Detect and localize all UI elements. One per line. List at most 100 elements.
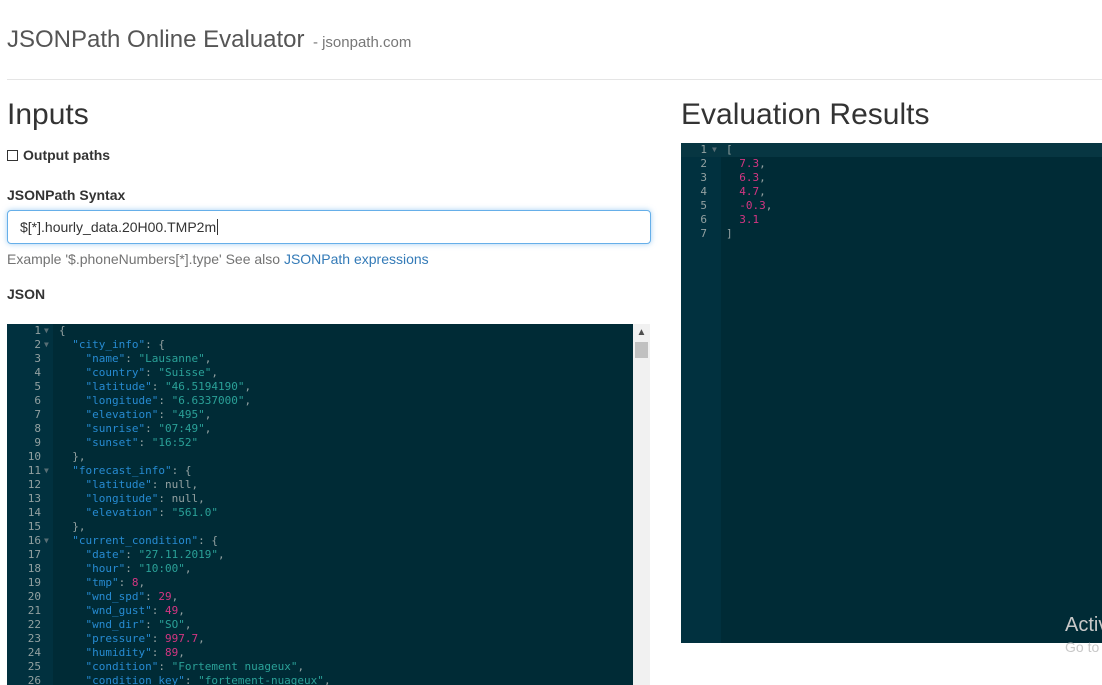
code-text: }, [59, 450, 85, 464]
jsonpath-expressions-link[interactable]: JSONPath expressions [284, 251, 429, 267]
code-text: "date": "27.11.2019", [59, 548, 225, 562]
code-token: "sunrise" [85, 422, 146, 435]
json-line: 1 ▼ { [7, 324, 650, 338]
fold-toggle-icon[interactable]: ▼ [44, 338, 49, 352]
line-number: 12 [27, 478, 41, 491]
scroll-thumb[interactable] [635, 342, 648, 358]
json-line: 26 "condition_key": "fortement-nuageux", [7, 674, 650, 685]
json-editor-scrollbar[interactable]: ▲ [633, 324, 650, 685]
json-line: 20 "wnd_spd": 29, [7, 590, 650, 604]
output-paths-label: Output paths [23, 147, 111, 163]
code-token: 6.3 [739, 171, 760, 184]
line-number: 2 [34, 338, 41, 351]
code-token: : { [171, 464, 192, 477]
code-token: , [244, 394, 252, 407]
code-token: "fortement-nuageux" [198, 674, 324, 685]
line-number: 20 [27, 590, 41, 603]
json-line: 16 ▼ "current_condition": { [7, 534, 650, 548]
json-line: 19 "tmp": 8, [7, 576, 650, 590]
json-line: 24 "humidity": 89, [7, 646, 650, 660]
jsonpath-syntax-label: JSONPath Syntax [7, 187, 126, 203]
code-token: 29 [158, 590, 172, 603]
code-token: "pressure" [85, 632, 152, 645]
json-line: 8 "sunrise": "07:49", [7, 422, 650, 436]
code-token: 89 [164, 646, 179, 659]
code-token: : [151, 632, 165, 645]
code-token: 3.1 [739, 213, 760, 226]
code-token: "country" [85, 366, 146, 379]
line-number: 5 [34, 380, 41, 393]
code-token: 4.7 [739, 185, 760, 198]
line-number: 10 [27, 450, 41, 463]
code-token: : [158, 506, 172, 519]
code-token: , [759, 185, 766, 198]
line-number: 1 [700, 143, 707, 156]
code-token: "city_info" [72, 338, 146, 351]
code-token: [ [726, 143, 733, 156]
code-token: , [204, 352, 212, 365]
code-token: "Lausanne" [138, 352, 205, 365]
example-text: Example '$.phoneNumbers[*].type' See als… [7, 251, 281, 267]
page-header: JSONPath Online Evaluator - jsonpath.com [7, 26, 411, 54]
line-number: 5 [700, 199, 707, 212]
code-token: , [204, 408, 212, 421]
code-text: [ [726, 143, 733, 157]
output-paths-checkbox[interactable] [7, 149, 18, 161]
fold-toggle-icon[interactable]: ▼ [44, 324, 49, 338]
code-token: "forecast_info" [72, 464, 172, 477]
output-paths-option[interactable]: Output paths [7, 147, 110, 163]
code-token: "tmp" [85, 576, 119, 589]
code-token: "latitude" [85, 380, 152, 393]
code-token: : [151, 646, 165, 659]
line-number: 7 [34, 408, 41, 421]
code-text: "elevation": "495", [59, 408, 212, 422]
code-text: "hour": "10:00", [59, 562, 192, 576]
json-editor[interactable]: 1 ▼{2 ▼ "city_info": {3 "name": "Lausanne"… [7, 324, 650, 685]
fold-toggle-icon[interactable]: ▼ [44, 464, 49, 478]
code-text: "current_condition": { [59, 534, 218, 548]
code-text: "longitude": null, [59, 492, 205, 506]
code-token: , [765, 199, 773, 212]
json-line: 3 "name": "Lausanne", [7, 352, 650, 366]
code-token: , [184, 562, 192, 575]
code-text: "forecast_info": { [59, 464, 191, 478]
json-line: 22 "wnd_dir": "SO", [7, 618, 650, 632]
code-text: "latitude": "46.5194190", [59, 380, 252, 394]
jsonpath-input[interactable]: $[*].hourly_data.20H00.TMP2m [7, 210, 651, 244]
code-token: "longitude" [85, 492, 159, 505]
code-token: "longitude" [85, 394, 159, 407]
code-text: "sunrise": "07:49", [59, 422, 212, 436]
code-token: : [151, 380, 165, 393]
code-text: "city_info": { [59, 338, 165, 352]
line-number: 24 [27, 646, 41, 659]
result-line: 3 6.3, [681, 171, 1102, 185]
code-text: 6.3, [726, 171, 766, 185]
code-token: : null, [158, 492, 205, 505]
line-number: 13 [27, 492, 41, 505]
code-token: , [211, 366, 218, 379]
scroll-up-arrow-icon[interactable]: ▲ [633, 324, 650, 341]
fold-toggle-icon[interactable]: ▼ [712, 143, 717, 157]
code-token: "date" [85, 548, 126, 561]
code-text: "country": "Suisse", [59, 366, 218, 380]
fold-toggle-icon[interactable]: ▼ [44, 534, 49, 548]
json-line: 17 "date": "27.11.2019", [7, 548, 650, 562]
code-text: 4.7, [726, 185, 766, 199]
line-number: 23 [27, 632, 41, 645]
line-number: 14 [27, 506, 41, 519]
code-text: "latitude": null, [59, 478, 199, 492]
text-caret [217, 219, 219, 235]
results-editor[interactable]: 1 ▼[2 7.3, 3 6.3, 4 4.7, 5 -0.3, 6 3.1 7] [681, 143, 1102, 643]
